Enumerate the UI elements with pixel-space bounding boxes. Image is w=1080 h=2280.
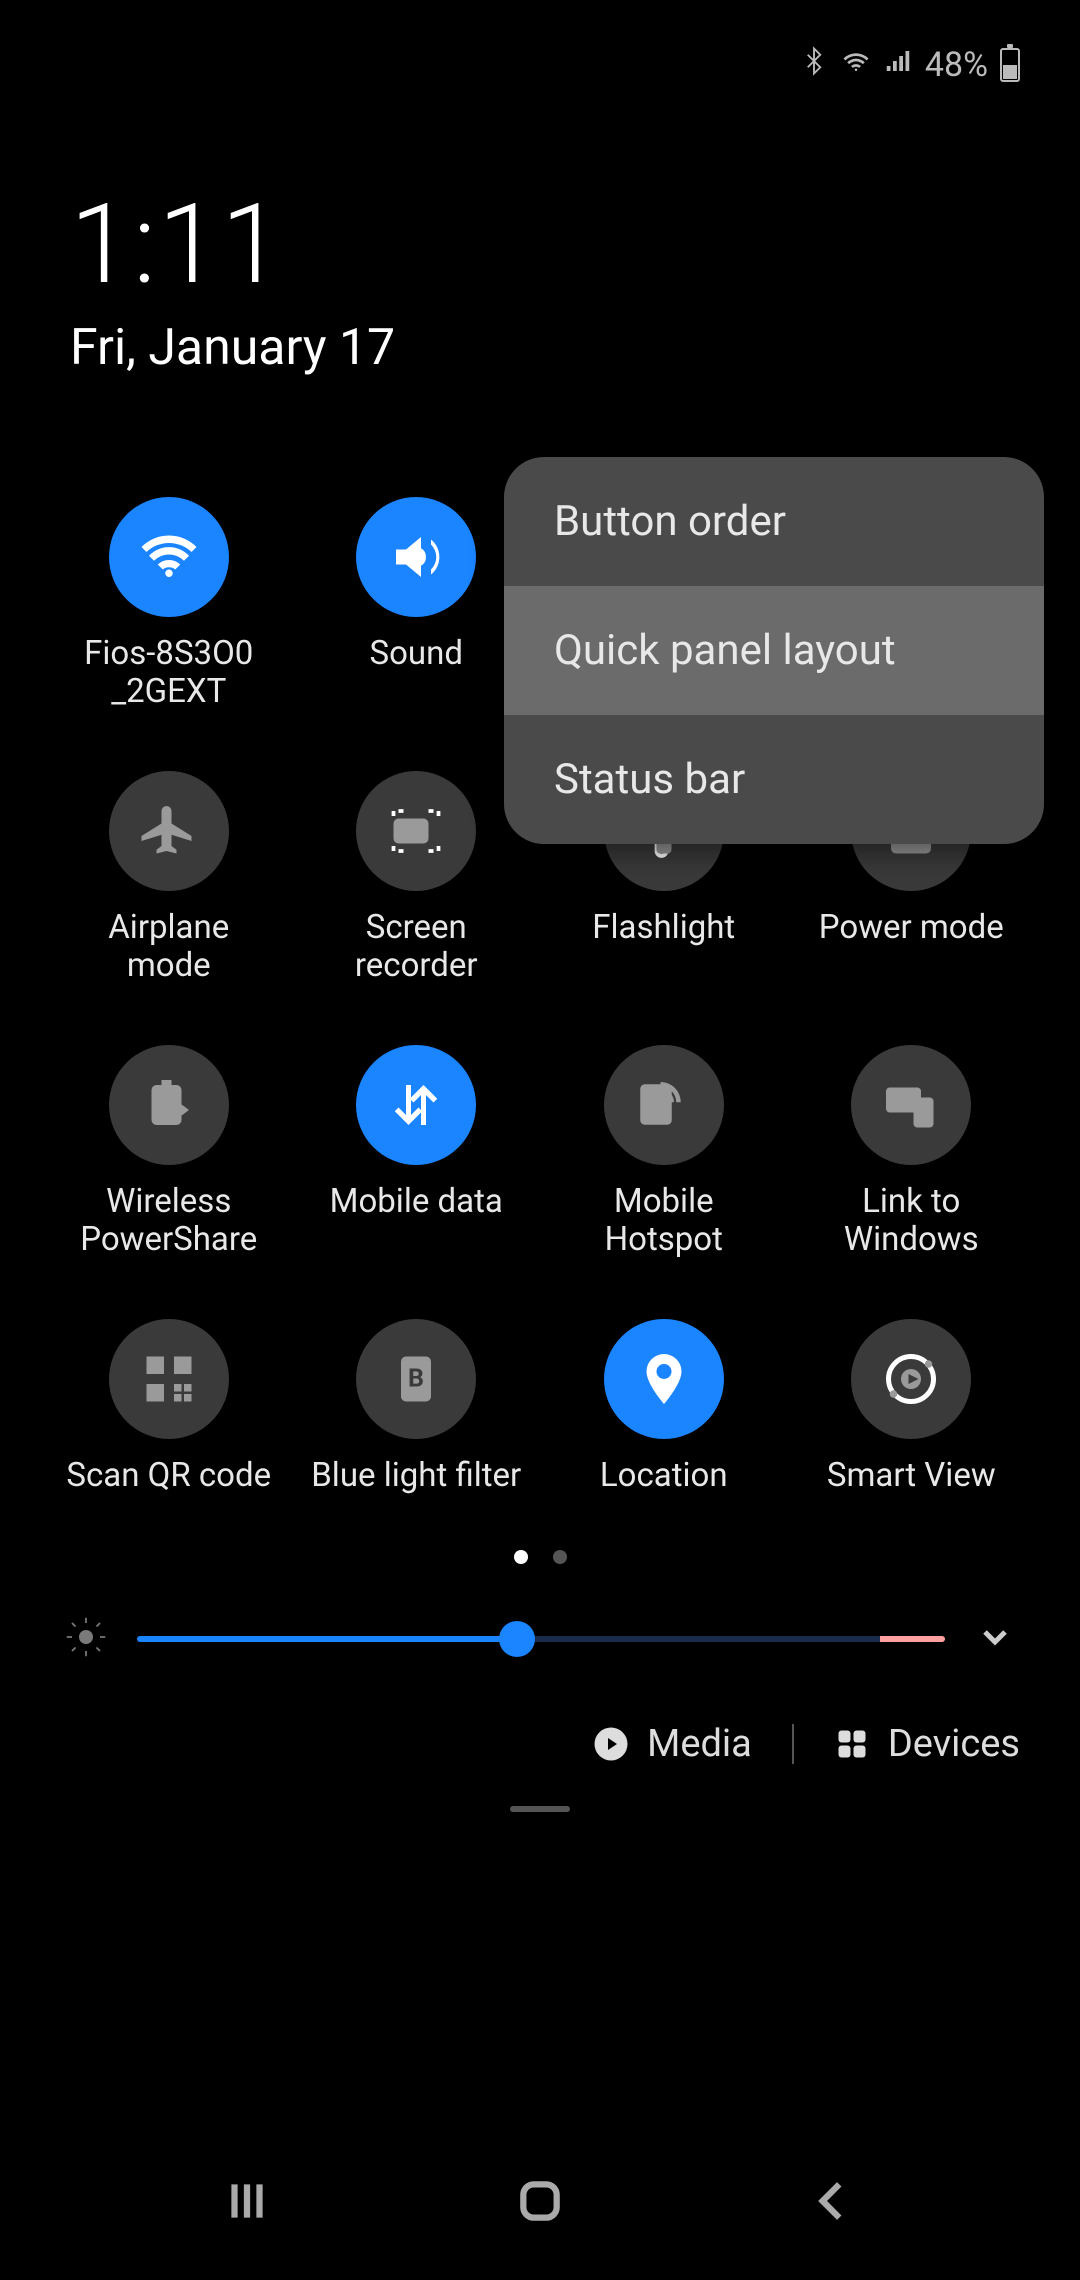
volume-icon[interactable] xyxy=(356,497,476,617)
link-windows-tile-label: Link to Windows xyxy=(801,1183,1021,1259)
nav-bar xyxy=(0,2150,1080,2280)
mobile-data-tile[interactable]: Mobile data xyxy=(298,1045,536,1259)
scan-qr-tile[interactable]: Scan QR code xyxy=(50,1319,288,1495)
screen-recorder-tile-label: Screen recorder xyxy=(306,909,526,985)
mobile-hotspot-tile[interactable]: Mobile Hotspot xyxy=(545,1045,783,1259)
link-windows-icon[interactable] xyxy=(851,1045,971,1165)
airplane-icon[interactable] xyxy=(109,771,229,891)
blue-light-icon[interactable] xyxy=(356,1319,476,1439)
sound-tile[interactable]: Sound xyxy=(298,497,536,711)
battery-text: 48% xyxy=(925,45,988,85)
popup-status-bar[interactable]: Status bar xyxy=(504,715,1044,844)
nav-recents[interactable] xyxy=(222,2176,272,2230)
quick-settings: Fios-8S3O0​_2GEXT Sound Airplane mode Scree… xyxy=(0,457,1080,1495)
panel-handle[interactable] xyxy=(510,1806,570,1812)
popup-button-order[interactable]: Button order xyxy=(504,457,1044,586)
airplane-tile[interactable]: Airplane mode xyxy=(50,771,288,985)
wireless-powershare-tile[interactable]: Wireless PowerShare xyxy=(50,1045,288,1259)
link-windows-tile[interactable]: Link to Windows xyxy=(793,1045,1031,1259)
location-tile-label: Location xyxy=(596,1457,732,1495)
bluetooth-icon xyxy=(799,45,829,85)
status-bar: 48% xyxy=(0,0,1080,130)
battery-icon xyxy=(1000,48,1020,82)
clock-time: 1:11 xyxy=(70,180,1010,309)
flashlight-tile-label: Flashlight xyxy=(588,909,739,947)
scan-qr-tile-label: Scan QR code xyxy=(62,1457,275,1495)
power-mode-tile-label: Power mode xyxy=(815,909,1008,947)
smart-view-tile-label: Smart View xyxy=(823,1457,1000,1495)
devices-button[interactable]: Devices xyxy=(834,1722,1020,1766)
powershare-icon[interactable] xyxy=(109,1045,229,1165)
clock-date: Fri, January 17 xyxy=(70,319,1010,377)
footer-divider xyxy=(792,1724,794,1764)
qr-icon[interactable] xyxy=(109,1319,229,1439)
wifi-tile[interactable]: Fios-8S3O0​_2GEXT xyxy=(50,497,288,711)
page-dot-1[interactable] xyxy=(514,1550,528,1564)
recorder-icon[interactable] xyxy=(356,771,476,891)
media-button[interactable]: Media xyxy=(593,1722,752,1766)
sound-tile-label: Sound xyxy=(366,635,467,673)
blue-light-tile-label: Blue light filter xyxy=(307,1457,525,1495)
nav-back[interactable] xyxy=(808,2176,858,2230)
mobile-data-tile-label: Mobile data xyxy=(326,1183,507,1221)
location-tile[interactable]: Location xyxy=(545,1319,783,1495)
smart-view-icon[interactable] xyxy=(851,1319,971,1439)
hotspot-icon[interactable] xyxy=(604,1045,724,1165)
popup-quick-panel-layout[interactable]: Quick panel layout xyxy=(504,586,1044,715)
brightness-icon xyxy=(65,1616,107,1662)
brightness-expand-icon[interactable] xyxy=(975,1617,1015,1661)
clock-area: 1:11 Fri, January 17 xyxy=(0,130,1080,457)
blue-light-tile[interactable]: Blue light filter xyxy=(298,1319,536,1495)
options-popup: Button order Quick panel layout Status b… xyxy=(504,457,1044,844)
screen-recorder-tile[interactable]: Screen recorder xyxy=(298,771,536,985)
mobile-data-icon[interactable] xyxy=(356,1045,476,1165)
wifi-icon[interactable] xyxy=(109,497,229,617)
location-icon[interactable] xyxy=(604,1319,724,1439)
media-label: Media xyxy=(647,1722,752,1766)
smart-view-tile[interactable]: Smart View xyxy=(793,1319,1031,1495)
wifi-tile-label: Fios-8S3O0​_2GEXT xyxy=(59,635,279,711)
devices-label: Devices xyxy=(888,1722,1020,1766)
mobile-hotspot-tile-label: Mobile Hotspot xyxy=(554,1183,774,1259)
footer-actions: Media Devices xyxy=(0,1692,1080,1806)
airplane-tile-label: Airplane mode xyxy=(59,909,279,985)
wireless-powershare-tile-label: Wireless PowerShare xyxy=(59,1183,279,1259)
brightness-row xyxy=(0,1564,1080,1692)
page-dot-2[interactable] xyxy=(553,1550,567,1564)
wifi-status-icon xyxy=(841,45,871,85)
page-indicator xyxy=(0,1550,1080,1564)
brightness-slider[interactable] xyxy=(137,1623,945,1655)
signal-icon xyxy=(883,45,913,85)
nav-home[interactable] xyxy=(515,2176,565,2230)
